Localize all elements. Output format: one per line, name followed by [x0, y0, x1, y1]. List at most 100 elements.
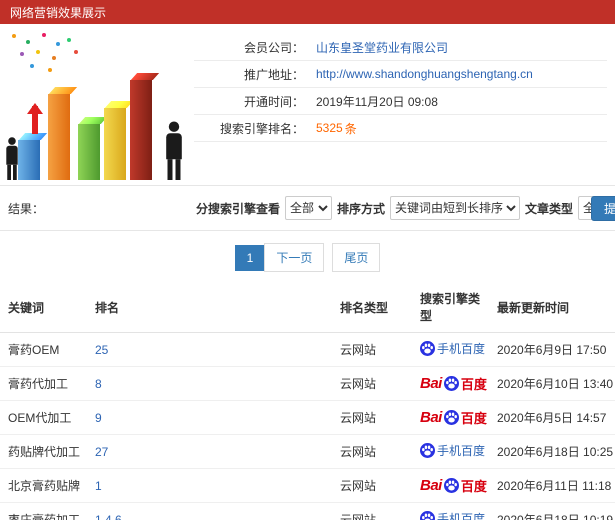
rank-type-cell: 云网站: [332, 502, 412, 520]
baidu-logo: Bai 百度: [420, 374, 487, 393]
mobile-baidu-label: 手机百度: [437, 342, 486, 356]
col-header-engine-type: 搜索引擎类型: [412, 282, 489, 333]
keyword-cell: 膏药OEM: [0, 332, 87, 367]
mobile-baidu-logo: 手机百度: [420, 442, 485, 459]
baidu-paw-icon: [420, 341, 435, 356]
bar-green: [78, 124, 100, 180]
page-next[interactable]: 下一页: [264, 243, 325, 272]
baidu-logo-latin: Bai: [420, 477, 442, 494]
keyword-cell: 药贴牌代加工: [0, 434, 87, 469]
bar-yellow: [104, 108, 126, 180]
table-header-row: 关键词 排名 排名类型 搜索引擎类型 最新更新时间: [0, 282, 615, 333]
filter-bar: 结果： 分搜索引擎查看 全部 排序方式 关键词由短到长排序 文章类型 全部 提交: [0, 186, 615, 231]
bar-blue: [18, 140, 40, 180]
info-value-suffix: 条: [344, 121, 357, 136]
baidu-paw-icon: [420, 511, 435, 520]
baidu-logo-cn: 百度: [460, 411, 487, 426]
results-table: 关键词 排名 排名类型 搜索引擎类型 最新更新时间 膏药OEM 25 云网站 手机百度…: [0, 282, 615, 520]
rank-link[interactable]: 25: [87, 332, 332, 367]
page-current[interactable]: 1: [234, 244, 266, 271]
info-value[interactable]: http://www.shandonghuangshengtang.cn: [316, 67, 533, 81]
engine-cell: Bai 百度: [412, 400, 489, 435]
sort-filter-label: 排序方式: [337, 201, 386, 216]
baidu-logo-cn: 百度: [460, 479, 487, 494]
table-row: 北京膏药贴牌 1 云网站 Bai 百度 2020年6月11日 11:18: [0, 468, 615, 503]
info-value: 2019年11月20日 09:08: [316, 94, 438, 109]
baidu-logo-latin: Bai: [420, 375, 442, 392]
baidu-logo: Bai 百度: [420, 476, 487, 495]
baidu-logo-cn: 百度: [460, 377, 487, 392]
businessman-right: [164, 121, 185, 180]
info-row: 搜索引擎排名： 5325 条: [194, 115, 607, 142]
rank-link[interactable]: 9: [87, 400, 332, 435]
businessman-left: [4, 137, 19, 180]
baidu-paw-icon: [443, 410, 459, 425]
update-time-cell: 2020年6月11日 11:18: [489, 468, 615, 503]
engine-cell: 手机百度: [412, 502, 489, 520]
info-label: 开通时间：: [243, 94, 304, 109]
info-value: 5325: [316, 121, 343, 135]
mobile-baidu-logo: 手机百度: [420, 510, 485, 520]
info-row: 开通时间： 2019年11月20日 09:08: [194, 88, 607, 115]
mobile-baidu-logo: 手机百度: [420, 340, 485, 357]
info-value[interactable]: 山东皇圣堂药业有限公司: [316, 39, 448, 56]
update-time-cell: 2020年6月18日 10:19: [489, 502, 615, 520]
keyword-cell: 膏药代加工: [0, 366, 87, 401]
baidu-paw-icon: [443, 376, 459, 391]
engine-filter-label: 分搜索引擎查看: [196, 201, 281, 216]
engine-cell: 手机百度: [412, 332, 489, 367]
update-time-cell: 2020年6月10日 13:40: [489, 366, 615, 401]
table-row: 枣庄膏药加工 1,4,6 云网站手机百度 2020年6月18日 10:19: [0, 502, 615, 520]
rank-link[interactable]: 27: [87, 434, 332, 469]
baidu-logo-latin: Bai: [420, 409, 442, 426]
info-label: 会员公司：: [243, 40, 304, 55]
filter-group: 分搜索引擎查看 全部 排序方式 关键词由短到长排序 文章类型 全部: [196, 186, 615, 230]
results-table-body: 膏药OEM 25 云网站 手机百度 2020年6月9日 17:50 膏药代加工 8 云网站 Ba…: [0, 332, 615, 520]
submit-button[interactable]: 提交: [591, 196, 615, 221]
baidu-paw-icon: [443, 478, 459, 493]
table-row: OEM代加工 9 云网站 Bai 百度 2020年6月5日 14:57: [0, 400, 615, 435]
rank-type-cell: 云网站: [332, 434, 412, 469]
keyword-cell: 枣庄膏药加工: [0, 502, 87, 520]
keyword-cell: OEM代加工: [0, 400, 87, 435]
article-type-label: 文章类型: [525, 201, 574, 216]
confetti-dots: [12, 34, 16, 38]
col-header-rank: 排名: [87, 282, 332, 333]
update-time-cell: 2020年6月9日 17:50: [489, 332, 615, 367]
info-label: 推广地址：: [243, 67, 304, 82]
rank-type-cell: 云网站: [332, 366, 412, 401]
page-last[interactable]: 尾页: [332, 243, 381, 272]
bar-chart-illustration: [4, 30, 194, 182]
info-row: 推广地址： http://www.shandonghuangshengtang.c…: [194, 61, 607, 88]
mobile-baidu-label: 手机百度: [437, 512, 486, 520]
engine-filter-select[interactable]: 全部: [285, 196, 333, 220]
baidu-logo: Bai 百度: [420, 408, 487, 427]
sort-filter-select[interactable]: 关键词由短到长排序: [390, 196, 521, 220]
info-section: 会员公司： 山东皇圣堂药业有限公司 推广地址： http://www.shandong…: [0, 24, 615, 186]
col-header-rank-type: 排名类型: [332, 282, 412, 333]
rank-link[interactable]: 8: [87, 366, 332, 401]
keyword-cell: 北京膏药贴牌: [0, 468, 87, 503]
info-label: 搜索引擎排名：: [219, 121, 304, 136]
table-row: 药贴牌代加工 27 云网站 手机百度 2020年6月18日 10:25: [0, 434, 615, 469]
rank-type-cell: 云网站: [332, 468, 412, 503]
engine-cell: Bai 百度: [412, 468, 489, 503]
mobile-baidu-label: 手机百度: [437, 444, 486, 458]
col-header-keyword: 关键词: [0, 282, 87, 333]
rank-type-cell: 云网站: [332, 400, 412, 435]
rank-link[interactable]: 1,4,6: [87, 502, 332, 520]
growth-arrow-icon: [27, 103, 43, 134]
table-row: 膏药OEM 25 云网站 手机百度 2020年6月9日 17:50: [0, 332, 615, 367]
info-row: 会员公司： 山东皇圣堂药业有限公司: [194, 34, 607, 61]
table-row: 膏药代加工 8 云网站 Bai 百度 2020年6月10日 13:40: [0, 366, 615, 401]
update-time-cell: 2020年6月18日 10:25: [489, 434, 615, 469]
engine-cell: 手机百度: [412, 434, 489, 469]
baidu-paw-icon: [420, 443, 435, 458]
rank-type-cell: 云网站: [332, 332, 412, 367]
update-time-cell: 2020年6月5日 14:57: [489, 400, 615, 435]
info-rows: 会员公司： 山东皇圣堂药业有限公司 推广地址： http://www.shandong…: [194, 24, 615, 185]
pagination: 1 下一页 尾页: [0, 231, 615, 282]
result-label: 结果：: [8, 201, 45, 216]
engine-cell: Bai 百度: [412, 366, 489, 401]
rank-link[interactable]: 1: [87, 468, 332, 503]
